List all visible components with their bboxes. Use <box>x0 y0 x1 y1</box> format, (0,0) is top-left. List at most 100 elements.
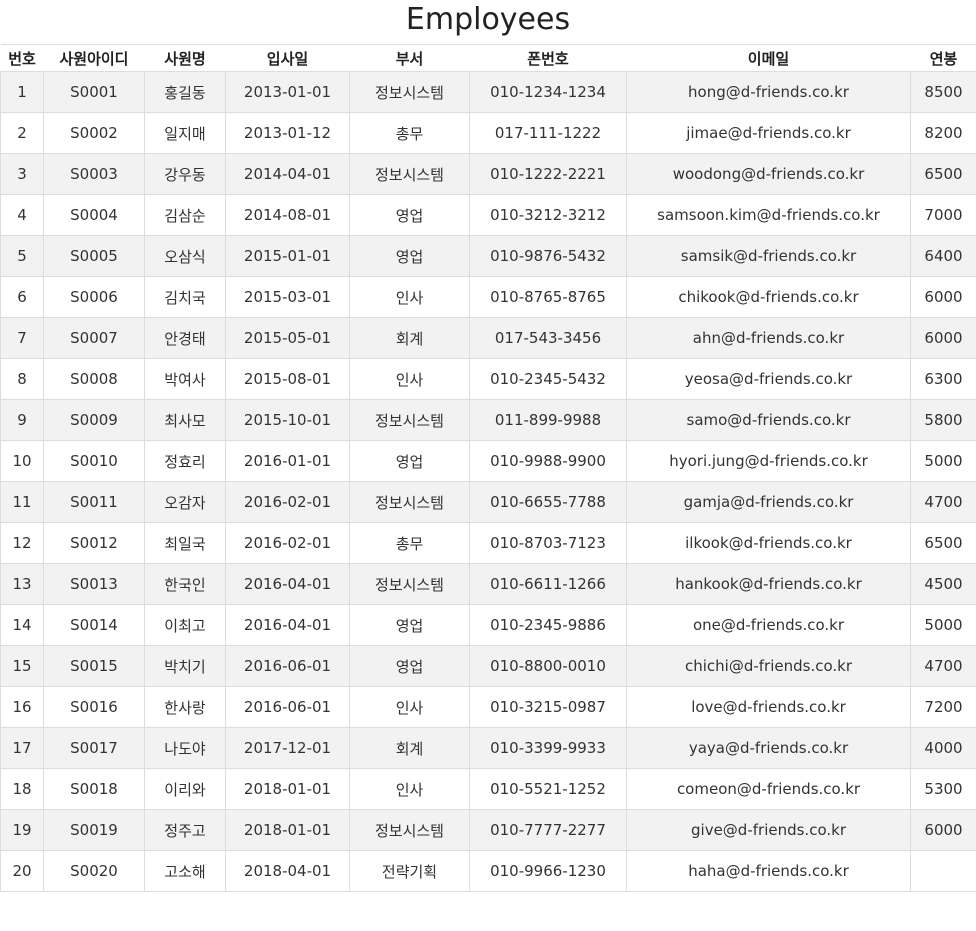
column-header-department: 부서 <box>349 44 470 72</box>
number-cell: 20 <box>0 850 44 892</box>
table-row: 19 S0019 정주고 2018-01-01 정보시스템 010-7777-2277 gi… <box>0 809 976 851</box>
column-header-phone: 폰번호 <box>469 44 627 72</box>
email-cell: hong@d-friends.co.kr <box>626 71 911 113</box>
email-cell: give@d-friends.co.kr <box>626 809 911 851</box>
email-cell: haha@d-friends.co.kr <box>626 850 911 892</box>
employee-name-cell: 정주고 <box>144 809 226 851</box>
employee-name-cell: 최일국 <box>144 522 226 564</box>
salary-cell: 5000 <box>910 440 976 482</box>
number-cell: 10 <box>0 440 44 482</box>
table-row: 17 S0017 나도야 2017-12-01 회계 010-3399-9933 yaya@… <box>0 727 976 769</box>
salary-cell: 4700 <box>910 645 976 687</box>
phone-cell: 010-5521-1252 <box>469 768 627 810</box>
salary-cell: 8200 <box>910 112 976 154</box>
salary-cell <box>910 850 976 892</box>
employee-id-cell: S0011 <box>43 481 145 523</box>
employee-name-cell: 정효리 <box>144 440 226 482</box>
employee-name-cell: 일지매 <box>144 112 226 154</box>
employee-id-cell: S0012 <box>43 522 145 564</box>
table-row: 12 S0012 최일국 2016-02-01 총무 010-8703-7123 ilkoo… <box>0 522 976 564</box>
phone-cell: 010-1234-1234 <box>469 71 627 113</box>
email-cell: comeon@d-friends.co.kr <box>626 768 911 810</box>
employee-name-cell: 이리와 <box>144 768 226 810</box>
hire-date-cell: 2017-12-01 <box>225 727 350 769</box>
employee-name-cell: 최사모 <box>144 399 226 441</box>
salary-cell: 6500 <box>910 153 976 195</box>
salary-cell: 6000 <box>910 809 976 851</box>
number-cell: 18 <box>0 768 44 810</box>
department-cell: 영업 <box>349 645 470 687</box>
table-row: 7 S0007 안경태 2015-05-01 회계 017-543-3456 ahn@d-f… <box>0 317 976 359</box>
number-cell: 4 <box>0 194 44 236</box>
department-cell: 정보시스템 <box>349 71 470 113</box>
department-cell: 인사 <box>349 276 470 318</box>
department-cell: 회계 <box>349 317 470 359</box>
department-cell: 영업 <box>349 440 470 482</box>
phone-cell: 010-8800-0010 <box>469 645 627 687</box>
employee-id-cell: S0018 <box>43 768 145 810</box>
employee-name-cell: 한사랑 <box>144 686 226 728</box>
department-cell: 정보시스템 <box>349 399 470 441</box>
department-cell: 정보시스템 <box>349 809 470 851</box>
hire-date-cell: 2013-01-12 <box>225 112 350 154</box>
phone-cell: 010-6611-1266 <box>469 563 627 605</box>
employee-name-cell: 김삼순 <box>144 194 226 236</box>
department-cell: 영업 <box>349 194 470 236</box>
department-cell: 인사 <box>349 768 470 810</box>
table-row: 1 S0001 홍길동 2013-01-01 정보시스템 010-1234-1234 hon… <box>0 71 976 113</box>
salary-cell: 8500 <box>910 71 976 113</box>
table-row: 4 S0004 김삼순 2014-08-01 영업 010-3212-3212 samsoo… <box>0 194 976 236</box>
number-cell: 13 <box>0 563 44 605</box>
employee-name-cell: 고소해 <box>144 850 226 892</box>
number-cell: 19 <box>0 809 44 851</box>
salary-cell: 6000 <box>910 276 976 318</box>
number-cell: 1 <box>0 71 44 113</box>
email-cell: yeosa@d-friends.co.kr <box>626 358 911 400</box>
email-cell: chikook@d-friends.co.kr <box>626 276 911 318</box>
department-cell: 총무 <box>349 112 470 154</box>
salary-cell: 4000 <box>910 727 976 769</box>
email-cell: gamja@d-friends.co.kr <box>626 481 911 523</box>
number-cell: 2 <box>0 112 44 154</box>
employee-name-cell: 안경태 <box>144 317 226 359</box>
salary-cell: 7200 <box>910 686 976 728</box>
department-cell: 정보시스템 <box>349 481 470 523</box>
table-row: 5 S0005 오삼식 2015-01-01 영업 010-9876-5432 samsik… <box>0 235 976 277</box>
salary-cell: 6500 <box>910 522 976 564</box>
employee-name-cell: 오삼식 <box>144 235 226 277</box>
hire-date-cell: 2015-01-01 <box>225 235 350 277</box>
employee-id-cell: S0019 <box>43 809 145 851</box>
hire-date-cell: 2018-01-01 <box>225 768 350 810</box>
phone-cell: 010-9988-9900 <box>469 440 627 482</box>
employee-id-cell: S0008 <box>43 358 145 400</box>
email-cell: hankook@d-friends.co.kr <box>626 563 911 605</box>
hire-date-cell: 2016-02-01 <box>225 481 350 523</box>
department-cell: 영업 <box>349 604 470 646</box>
phone-cell: 010-7777-2277 <box>469 809 627 851</box>
email-cell: woodong@d-friends.co.kr <box>626 153 911 195</box>
employee-id-cell: S0007 <box>43 317 145 359</box>
phone-cell: 010-8703-7123 <box>469 522 627 564</box>
table-row: 14 S0014 이최고 2016-04-01 영업 010-2345-9886 one@d… <box>0 604 976 646</box>
department-cell: 영업 <box>349 235 470 277</box>
hire-date-cell: 2015-03-01 <box>225 276 350 318</box>
email-cell: yaya@d-friends.co.kr <box>626 727 911 769</box>
number-cell: 12 <box>0 522 44 564</box>
salary-cell: 6300 <box>910 358 976 400</box>
number-cell: 5 <box>0 235 44 277</box>
phone-cell: 010-9876-5432 <box>469 235 627 277</box>
employee-id-cell: S0020 <box>43 850 145 892</box>
employee-id-cell: S0013 <box>43 563 145 605</box>
employee-id-cell: S0002 <box>43 112 145 154</box>
salary-cell: 4500 <box>910 563 976 605</box>
employee-name-cell: 김치국 <box>144 276 226 318</box>
hire-date-cell: 2016-04-01 <box>225 563 350 605</box>
column-header-employee-name: 사원명 <box>144 44 226 72</box>
number-cell: 8 <box>0 358 44 400</box>
phone-cell: 010-2345-9886 <box>469 604 627 646</box>
employee-id-cell: S0009 <box>43 399 145 441</box>
hire-date-cell: 2016-06-01 <box>225 645 350 687</box>
hire-date-cell: 2014-08-01 <box>225 194 350 236</box>
table-row: 18 S0018 이리와 2018-01-01 인사 010-5521-1252 comeo… <box>0 768 976 810</box>
hire-date-cell: 2015-10-01 <box>225 399 350 441</box>
